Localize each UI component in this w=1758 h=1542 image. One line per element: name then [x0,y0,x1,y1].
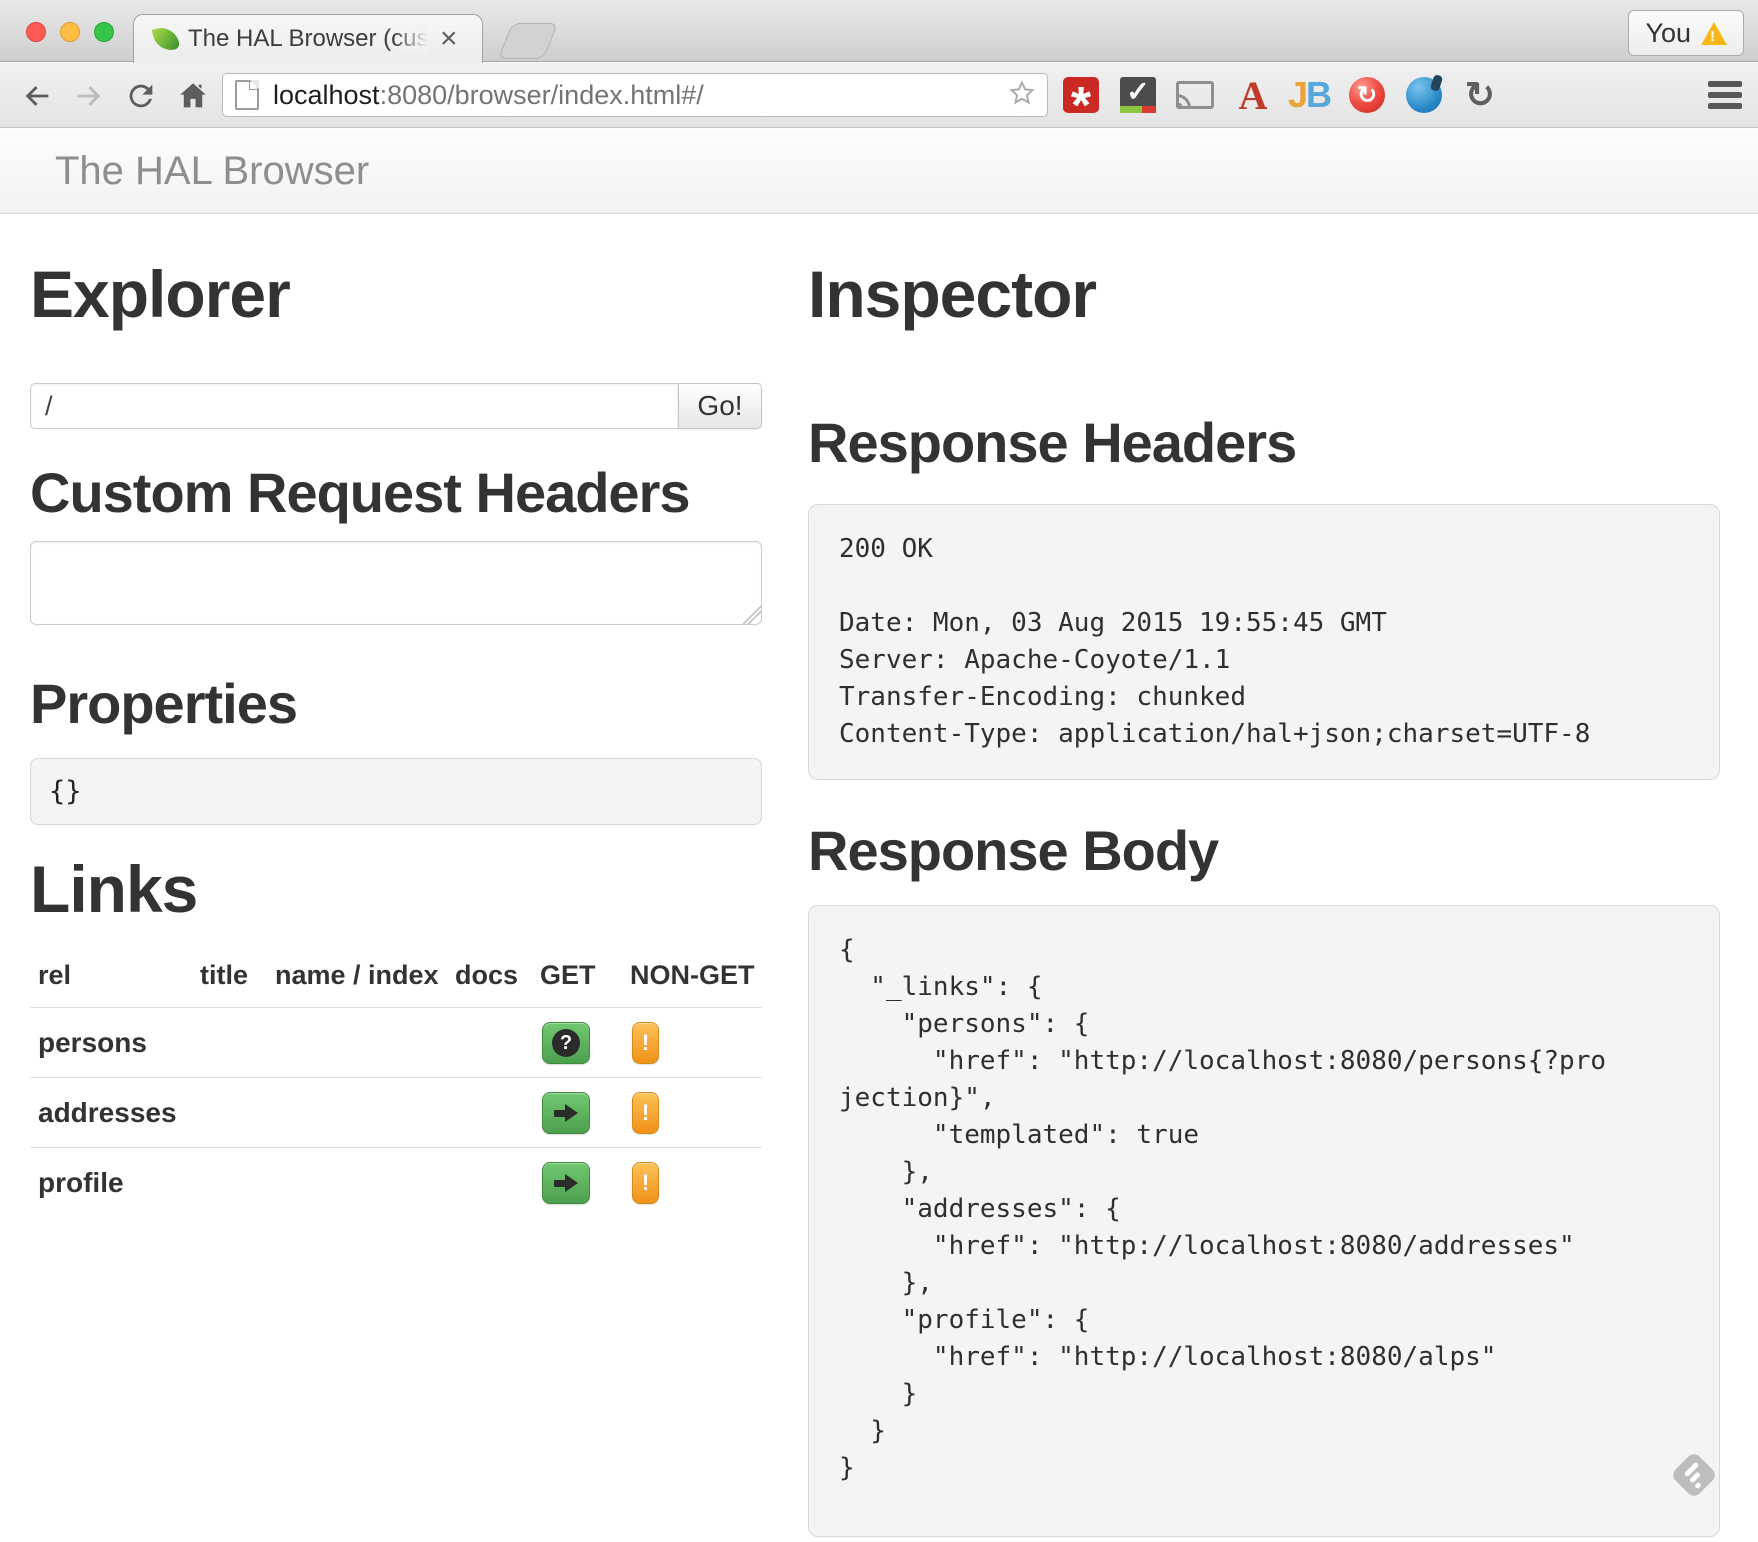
get-button-persons[interactable]: ? [542,1022,590,1064]
forward-icon[interactable] [70,77,108,115]
feedly-icon[interactable] [1671,1452,1717,1498]
arrow-right-icon [554,1104,578,1122]
non-get-button-addresses[interactable]: ! [632,1092,659,1134]
titlebar: The HAL Browser (customiz × You ! [0,0,1758,62]
response-headers-text: 200 OK Date: Mon, 03 Aug 2015 19:55:45 G… [839,531,1689,753]
jetbrains-icon[interactable]: JB [1290,75,1328,115]
home-icon[interactable] [174,77,212,115]
back-icon[interactable] [18,77,56,115]
url-bar[interactable]: localhost:8080/browser/index.html#/ [222,73,1048,117]
col-get: GET [532,946,622,1008]
url-host: localhost [273,80,380,110]
toolbar: localhost:8080/browser/index.html#/ * ✓ … [0,63,1758,128]
url-text[interactable]: localhost:8080/browser/index.html#/ [273,80,1007,111]
bookmark-star-icon[interactable] [1007,78,1037,113]
links-table: rel title name / index docs GET NON-GET … [30,946,762,1218]
col-docs: docs [447,946,532,1008]
close-window-button[interactable] [26,22,46,42]
inspector-panel: Inspector Response Headers 200 OK Date: … [808,214,1720,1537]
non-get-button-profile[interactable]: ! [632,1162,659,1204]
table-row-addresses: addresses ! [30,1078,762,1148]
minimize-window-button[interactable] [60,22,80,42]
sync-icon[interactable]: ↻ [1461,75,1499,115]
table-row-persons: persons ? ! [30,1008,762,1078]
rel-label: persons [30,1008,192,1078]
col-title: title [192,946,267,1008]
explorer-heading: Explorer [30,261,762,327]
zoom-window-button[interactable] [94,22,114,42]
col-rel: rel [30,946,192,1008]
go-button[interactable]: Go! [678,383,762,429]
properties-heading: Properties [30,676,762,732]
profile-button[interactable]: You ! [1628,10,1744,56]
new-tab-button[interactable] [498,23,559,59]
get-button-addresses[interactable] [542,1092,590,1134]
response-body-heading: Response Body [808,823,1720,879]
address-input[interactable] [30,383,679,429]
links-heading: Links [30,856,762,922]
warning-icon: ! [1701,22,1727,45]
refresh-orb-icon[interactable]: ↻ [1348,75,1386,115]
spring-leaf-favicon [152,25,180,53]
page-icon [235,80,259,110]
cast-icon[interactable] [1176,75,1214,115]
inspector-heading: Inspector [808,261,1720,327]
tab-title: The HAL Browser (customiz [188,25,428,53]
exclamation-icon: ! [642,1100,649,1125]
browser-tab[interactable]: The HAL Browser (customiz × [133,14,483,63]
table-row-profile: profile ! [30,1148,762,1218]
profile-label: You [1645,18,1691,49]
reload-icon[interactable] [122,77,160,115]
col-name-index: name / index [267,946,447,1008]
page-title: The HAL Browser [55,149,369,194]
page-header: The HAL Browser [0,129,1758,214]
address-row: Go! [30,383,762,429]
non-get-button-persons[interactable]: ! [632,1022,659,1064]
response-body-text: { "_links": { "persons": { "href": "http… [839,932,1689,1487]
col-non-get: NON-GET [622,946,762,1008]
get-button-profile[interactable] [542,1162,590,1204]
properties-value: {} [49,776,82,807]
response-headers-box: 200 OK Date: Mon, 03 Aug 2015 19:55:45 G… [808,504,1720,780]
response-body-box: { "_links": { "persons": { "href": "http… [808,905,1720,1537]
lastpass-icon[interactable]: * [1062,75,1100,115]
letter-a-icon[interactable]: A [1234,75,1272,115]
browser-window: The HAL Browser (customiz × You ! localh… [0,0,1758,1542]
rel-label: profile [30,1148,192,1218]
rel-label: addresses [30,1078,192,1148]
tab-close-icon[interactable]: × [440,24,458,54]
custom-headers-textarea[interactable] [30,541,762,625]
exclamation-icon: ! [642,1030,649,1055]
properties-box: {} [30,758,762,825]
custom-headers-heading: Custom Request Headers [30,465,762,521]
url-path: :8080/browser/index.html#/ [380,80,704,110]
response-headers-heading: Response Headers [808,415,1720,471]
links-header-row: rel title name / index docs GET NON-GET [30,946,762,1008]
blue-orb-icon[interactable] [1405,75,1443,115]
exclamation-icon: ! [642,1170,649,1195]
checkmark-icon[interactable]: ✓ [1119,75,1157,115]
arrow-right-icon [554,1174,578,1192]
menu-icon[interactable] [1708,81,1742,109]
explorer-panel: Explorer Go! Custom Request Headers Prop… [30,214,762,1218]
question-circle-icon: ? [552,1029,580,1057]
